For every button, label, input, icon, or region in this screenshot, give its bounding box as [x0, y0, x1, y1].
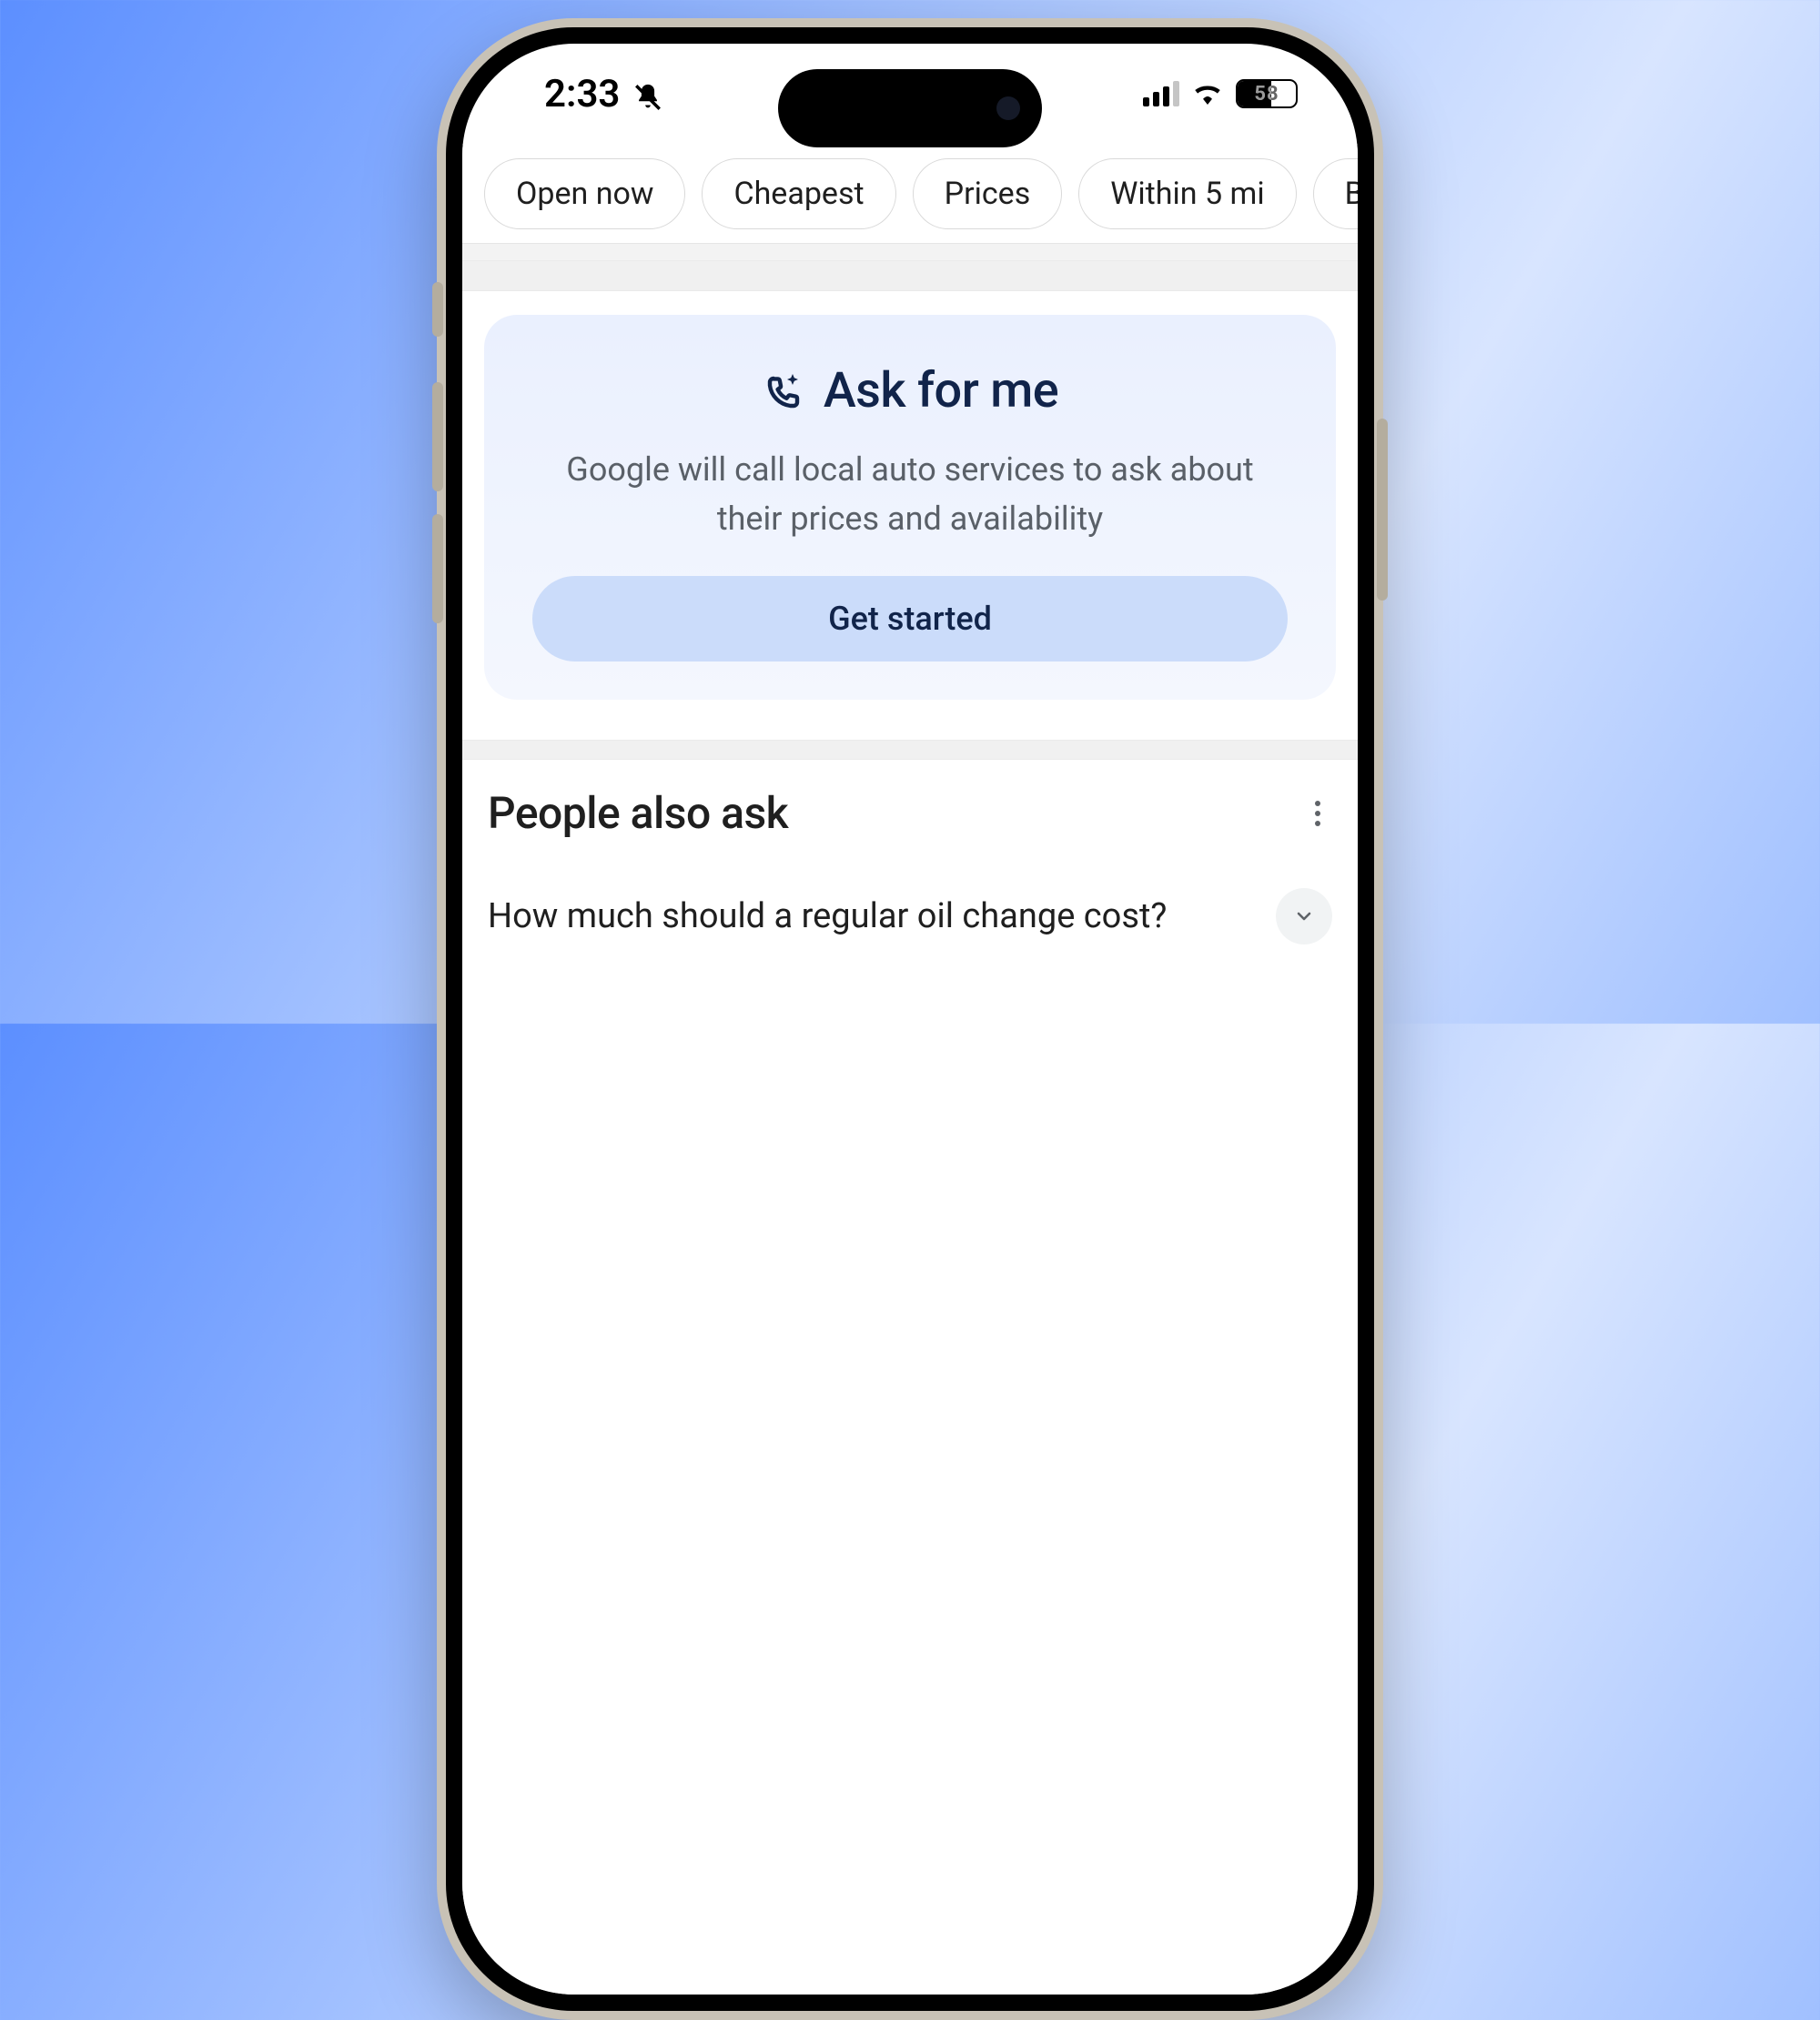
phone-screen: 2:33 58 [462, 44, 1358, 1995]
expand-button[interactable] [1276, 888, 1332, 944]
wifi-icon [1192, 78, 1223, 109]
filter-chip-within-5mi[interactable]: Within 5 mi [1078, 158, 1296, 229]
battery-indicator: 58 [1236, 79, 1298, 108]
filter-chip-row[interactable]: Open now Cheapest Prices Within 5 mi Bes… [462, 144, 1358, 244]
filter-chip-prices[interactable]: Prices [913, 158, 1063, 229]
ask-for-me-title: Ask for me [521, 362, 1299, 419]
more-options-button[interactable] [1303, 793, 1332, 833]
cellular-signal-icon [1143, 81, 1179, 106]
chevron-down-icon [1293, 905, 1315, 927]
phone-side-button [1377, 419, 1388, 601]
paa-question-text: How much should a regular oil change cos… [488, 896, 1258, 936]
people-also-ask-section: People also ask How much should a regula… [462, 760, 1358, 963]
phone-bezel: 2:33 58 [446, 27, 1374, 2011]
phone-side-button [432, 514, 443, 623]
filter-chip-cheapest[interactable]: Cheapest [702, 158, 895, 229]
dynamic-island [778, 69, 1042, 147]
filter-chip-best[interactable]: Best [1313, 158, 1358, 229]
section-divider [462, 244, 1358, 260]
section-divider [462, 740, 1358, 760]
ask-for-me-title-text: Ask for me [824, 362, 1058, 419]
phone-sparkle-icon [762, 369, 805, 413]
phone-frame: 2:33 58 [437, 18, 1383, 2020]
people-also-ask-heading: People also ask [488, 787, 788, 839]
phone-side-button [432, 382, 443, 491]
paa-question-item[interactable]: How much should a regular oil change cos… [488, 870, 1332, 963]
section-divider [462, 260, 1358, 291]
battery-percent: 58 [1238, 83, 1296, 106]
phone-side-button [432, 282, 443, 337]
page-content: Open now Cheapest Prices Within 5 mi Bes… [462, 144, 1358, 1995]
silent-mode-icon [632, 78, 663, 109]
get-started-button[interactable]: Get started [532, 576, 1288, 662]
ask-for-me-section: Ask for me Google will call local auto s… [462, 291, 1358, 740]
filter-chip-open-now[interactable]: Open now [484, 158, 685, 229]
ask-for-me-description: Google will call local auto services to … [537, 445, 1283, 543]
status-time: 2:33 [544, 72, 620, 116]
ask-for-me-card: Ask for me Google will call local auto s… [484, 315, 1336, 700]
